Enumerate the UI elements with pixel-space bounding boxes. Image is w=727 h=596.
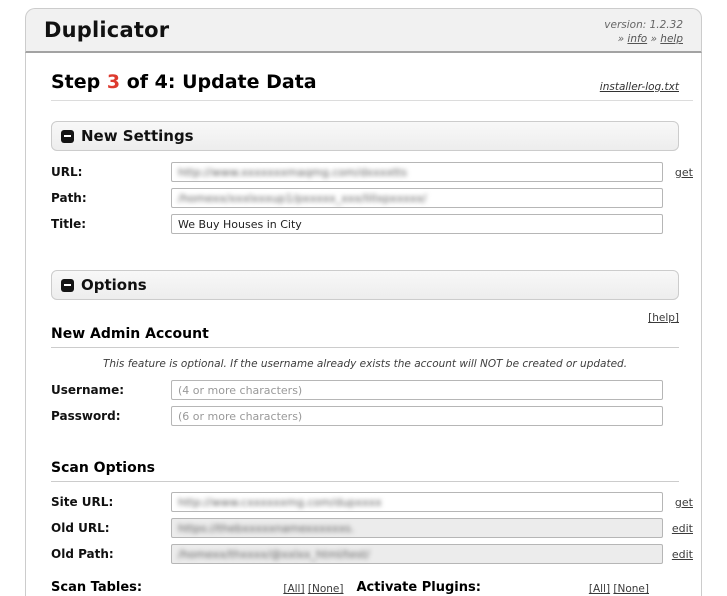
- options-header[interactable]: Options: [51, 270, 679, 300]
- title-input[interactable]: [171, 214, 663, 234]
- plugins-none-link[interactable]: [None]: [613, 583, 649, 595]
- plugins-all-link[interactable]: [All]: [589, 583, 610, 595]
- new-settings-title: New Settings: [81, 127, 194, 145]
- username-label: Username:: [51, 383, 125, 397]
- header-meta: version: 1.2.32 » info » help: [604, 18, 683, 46]
- page-title: Step 3 of 4: Update Data: [51, 71, 317, 93]
- activate-plugins-label: Activate Plugins:: [356, 580, 481, 595]
- installer-window: Duplicator version: 1.2.32 » info » help…: [25, 8, 702, 596]
- url-get-link[interactable]: get: [675, 166, 693, 179]
- version-text: version: 1.2.32: [604, 19, 683, 31]
- old-url-edit-link[interactable]: edit: [672, 522, 693, 535]
- scan-tables-label: Scan Tables:: [51, 580, 143, 595]
- new-admin-account-heading: New Admin Account: [51, 326, 679, 348]
- sep-glyph: »: [617, 33, 625, 46]
- redacted-old-path-text: /homexx/thxxxx/@xxlxx_html/test/: [178, 547, 370, 561]
- password-input[interactable]: [171, 406, 663, 426]
- tables-all-link[interactable]: [All]: [283, 583, 304, 595]
- old-url-row: Old URL: https://thebxxxxxnamexxxxxxs. e…: [51, 518, 693, 538]
- site-url-get-link[interactable]: get: [675, 496, 693, 509]
- site-url-input[interactable]: http://www.cxxxxxxmg.com/dupxxxx: [171, 492, 663, 512]
- tables-none-link[interactable]: [None]: [308, 583, 344, 595]
- scan-tables-column: Scan Tables: [All] [None] 841_commentmet…: [51, 580, 344, 596]
- activate-plugins-column: Activate Plugins: [All] [None] LayerSlid…: [357, 580, 650, 596]
- old-path-input: /homexx/thxxxx/@xxlxx_html/test/: [171, 544, 663, 564]
- old-url-label: Old URL:: [51, 521, 110, 535]
- app-title: Duplicator: [44, 18, 170, 42]
- password-row: Password:: [51, 406, 693, 426]
- sep-glyph: »: [650, 33, 657, 46]
- options-help-link[interactable]: [help]: [648, 312, 679, 324]
- old-path-edit-link[interactable]: edit: [672, 548, 693, 561]
- path-input[interactable]: /homexx/xxxlxxxup1/pxxxxx_xxx/lillxpxxxx…: [171, 188, 663, 208]
- title-row: Title:: [51, 214, 693, 234]
- info-link[interactable]: info: [627, 33, 647, 45]
- username-row: Username:: [51, 380, 693, 400]
- scan-options-heading: Scan Options: [51, 460, 679, 482]
- redacted-site-url-text: http://www.cxxxxxxmg.com/dupxxxx: [178, 495, 382, 509]
- url-row: URL: http://www.xxxxxxxmaqmg.com/dxxxxtt…: [51, 162, 693, 182]
- site-url-row: Site URL: http://www.cxxxxxxmg.com/dupxx…: [51, 492, 693, 512]
- options-title: Options: [81, 276, 147, 294]
- password-label: Password:: [51, 409, 121, 423]
- redacted-path-text: /homexx/xxxlxxxup1/pxxxxx_xxx/lillxpxxxx…: [178, 191, 427, 205]
- old-path-row: Old Path: /homexx/thxxxx/@xxlxx_html/tes…: [51, 544, 693, 564]
- site-url-label: Site URL:: [51, 495, 114, 509]
- divider: [51, 100, 693, 101]
- step-number: 3: [106, 71, 121, 93]
- admin-note: This feature is optional. If the usernam…: [102, 358, 628, 370]
- collapse-icon[interactable]: [61, 129, 74, 143]
- app-header: Duplicator version: 1.2.32 » info » help: [25, 8, 702, 53]
- collapse-icon[interactable]: [61, 278, 74, 292]
- username-input[interactable]: [171, 380, 663, 400]
- help-link[interactable]: help: [660, 33, 683, 45]
- old-path-label: Old Path:: [51, 547, 114, 561]
- installer-log-link[interactable]: installer-log.txt: [600, 81, 679, 93]
- old-url-input: https://thebxxxxxnamexxxxxxs.: [171, 518, 663, 538]
- path-label: Path:: [51, 191, 87, 205]
- main-content: Step 3 of 4: Update Data installer-log.t…: [25, 53, 702, 596]
- url-input[interactable]: http://www.xxxxxxxmaqmg.com/dxxxxtts: [171, 162, 663, 182]
- path-row: Path: /homexx/xxxlxxxup1/pxxxxx_xxx/lill…: [51, 188, 693, 208]
- new-settings-header[interactable]: New Settings: [51, 121, 679, 151]
- redacted-url-text: http://www.xxxxxxxmaqmg.com/dxxxxtts: [178, 165, 407, 179]
- title-label: Title:: [51, 217, 87, 231]
- url-label: URL:: [51, 165, 83, 179]
- redacted-old-url-text: https://thebxxxxxnamexxxxxxs.: [178, 521, 355, 535]
